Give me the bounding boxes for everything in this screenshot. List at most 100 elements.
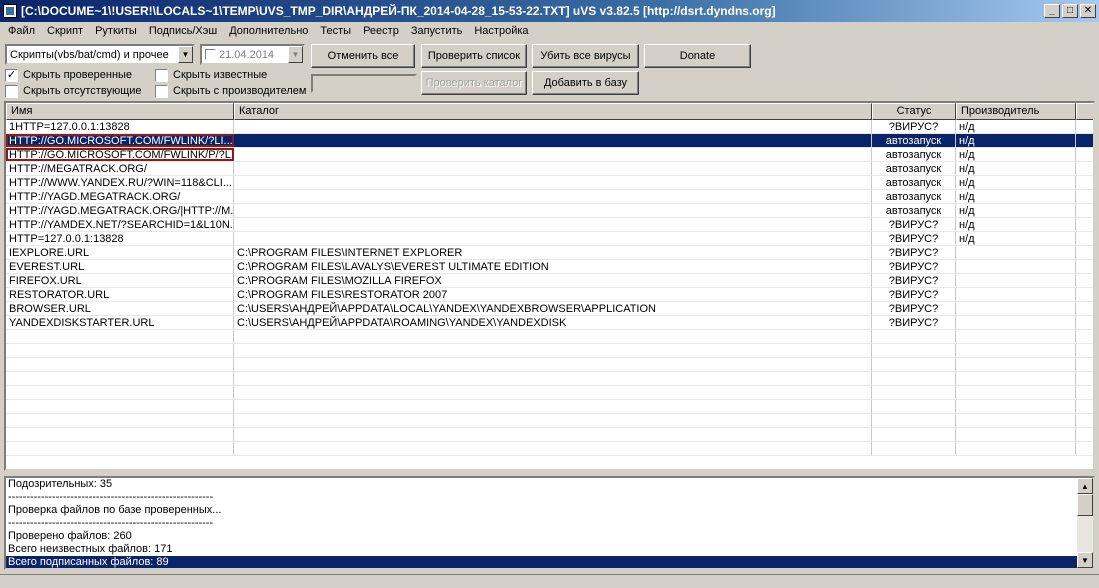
- cell-catalog: [234, 190, 872, 203]
- table-row[interactable]: HTTP://YAMDEX.NET/?SEARCHID=1&L10N... ?ВИ…: [6, 218, 1093, 232]
- column-name[interactable]: Имя: [6, 103, 234, 120]
- log-line[interactable]: Подозрительных: 35: [6, 478, 1077, 491]
- app-icon[interactable]: [3, 4, 17, 18]
- hide-checked-checkbox[interactable]: ✓ Скрыть проверенные: [5, 67, 132, 83]
- log-line[interactable]: ----------------------------------------…: [6, 517, 1077, 530]
- log-scrollbar[interactable]: ▲ ▼: [1077, 478, 1093, 568]
- menu-tests[interactable]: Тесты: [314, 22, 357, 41]
- cell-name: FIREFOX.URL: [6, 274, 234, 287]
- scroll-down-icon[interactable]: ▼: [1077, 552, 1093, 568]
- chevron-down-icon[interactable]: ▼: [288, 46, 303, 63]
- menu-rootkits[interactable]: Руткиты: [89, 22, 143, 41]
- empty-cell: [6, 428, 234, 441]
- scroll-thumb[interactable]: [1077, 494, 1093, 516]
- empty-row: [6, 414, 1093, 428]
- empty-cell: [872, 344, 956, 357]
- kill-all-viruses-button[interactable]: Убить все вирусы: [532, 44, 639, 68]
- table-row[interactable]: IEXPLORE.URL C:\PROGRAM FILES\INTERNET EX…: [6, 246, 1093, 260]
- log-line[interactable]: Проверка файлов по базе проверенных...: [6, 504, 1077, 517]
- hide-known-box[interactable]: [155, 68, 168, 82]
- cell-filler: [1076, 232, 1093, 245]
- cell-status: ?ВИРУС?: [872, 232, 956, 245]
- date-enable-checkbox[interactable]: [205, 49, 216, 60]
- empty-cell: [872, 386, 956, 399]
- check-list-button[interactable]: Проверить список: [421, 44, 527, 68]
- table-row[interactable]: HTTP://YAGD.MEGATRACK.ORG/автозапуск н/д: [6, 190, 1093, 204]
- hide-missing-checkbox[interactable]: Скрыть отсутствующие: [5, 83, 142, 99]
- log-line[interactable]: Всего подписанных файлов: 89: [6, 556, 1077, 568]
- table-row[interactable]: 1HTTP=127.0.0.1:13828 ?ВИРУС? н/д: [6, 120, 1093, 134]
- empty-cell: [872, 428, 956, 441]
- column-status[interactable]: Статус: [872, 103, 956, 120]
- cell-vendor: н/д: [956, 120, 1076, 133]
- hide-with-vendor-checkbox[interactable]: Скрыть с производителем: [155, 83, 306, 99]
- column-catalog[interactable]: Каталог: [234, 103, 872, 120]
- table-row[interactable]: HTTP://MEGATRACK.ORG/автозапуск н/д: [6, 162, 1093, 176]
- menu-registry[interactable]: Реестр: [357, 22, 405, 41]
- table-row[interactable]: EVEREST.URL C:\PROGRAM FILES\LAVALYS\EVER…: [6, 260, 1093, 274]
- table-row[interactable]: RESTORATOR.URL C:\PROGRAM FILES\RESTORATO…: [6, 288, 1093, 302]
- menu-settings[interactable]: Настройка: [468, 22, 534, 41]
- add-to-base-button[interactable]: Добавить в базу: [532, 71, 639, 95]
- table-row[interactable]: HTTP://YAGD.MEGATRACK.ORG/|HTTP://M... ав…: [6, 204, 1093, 218]
- cell-vendor: [956, 288, 1076, 301]
- empty-row: [6, 358, 1093, 372]
- cell-catalog: [234, 204, 872, 217]
- cell-vendor: н/д: [956, 148, 1076, 161]
- cancel-all-button[interactable]: Отменить все: [311, 44, 415, 68]
- empty-cell: [1076, 386, 1093, 399]
- cell-status: ?ВИРУС?: [872, 274, 956, 287]
- table-row[interactable]: HTTP://GO.MICROSOFT.COM/FWLINK/?LI... авт…: [6, 134, 1093, 148]
- minimize-button[interactable]: _: [1044, 4, 1060, 18]
- cell-catalog: [234, 176, 872, 189]
- menu-bar: Файл Скрипт Руткиты Подпись/Хэш Дополнит…: [0, 22, 1099, 41]
- menu-file[interactable]: Файл: [2, 22, 41, 41]
- log-lines: Подозрительных: 35 ----------------------…: [6, 478, 1077, 568]
- cell-catalog: [234, 232, 872, 245]
- table-row[interactable]: HTTP=127.0.0.1:13828 ?ВИРУС? н/д: [6, 232, 1093, 246]
- table-row[interactable]: FIREFOX.URL C:\PROGRAM FILES\MOZILLA FIRE…: [6, 274, 1093, 288]
- empty-cell: [6, 372, 234, 385]
- cell-catalog: [234, 162, 872, 175]
- menu-signature-hash[interactable]: Подпись/Хэш: [143, 22, 223, 41]
- empty-cell: [956, 330, 1076, 343]
- table-row[interactable]: HTTP://WWW.YANDEX.RU/?WIN=118&CLI... авто…: [6, 176, 1093, 190]
- menu-script[interactable]: Скрипт: [41, 22, 89, 41]
- filter-select[interactable]: Скрипты(vbs/bat/cmd) и прочее ▼: [5, 44, 195, 65]
- cell-filler: [1076, 218, 1093, 231]
- hide-missing-box[interactable]: [5, 84, 18, 98]
- column-vendor[interactable]: Производитель: [956, 103, 1076, 120]
- empty-cell: [6, 344, 234, 357]
- empty-cell: [956, 372, 1076, 385]
- empty-cell: [6, 442, 234, 455]
- scroll-up-icon[interactable]: ▲: [1077, 478, 1093, 494]
- donate-button[interactable]: Donate: [644, 44, 751, 68]
- table-row[interactable]: BROWSER.URL C:\USERS\АНДРЕЙ\APPDATA\LOCAL…: [6, 302, 1093, 316]
- log-line[interactable]: Проверено файлов: 260: [6, 530, 1077, 543]
- cell-filler: [1076, 204, 1093, 217]
- cell-status: ?ВИРУС?: [872, 260, 956, 273]
- chevron-down-icon[interactable]: ▼: [178, 46, 193, 63]
- table-row[interactable]: HTTP://GO.MICROSOFT.COM/FWLINK/P/?L... ав…: [6, 148, 1093, 162]
- empty-row: [6, 372, 1093, 386]
- hide-with-vendor-box[interactable]: [155, 84, 168, 98]
- cell-catalog: C:\PROGRAM FILES\RESTORATOR 2007: [234, 288, 872, 301]
- cell-name: 1HTTP=127.0.0.1:13828: [6, 120, 234, 133]
- hide-checked-box[interactable]: ✓: [5, 68, 18, 82]
- hide-known-checkbox[interactable]: Скрыть известные: [155, 67, 267, 83]
- files-table[interactable]: Имя Каталог Статус Производитель 1HTTP=1…: [4, 101, 1095, 471]
- date-select[interactable]: 21.04.2014 ▼: [200, 44, 305, 65]
- hide-checked-label: Скрыть проверенные: [23, 69, 133, 81]
- menu-additional[interactable]: Дополнительно: [223, 22, 314, 41]
- log-line[interactable]: ----------------------------------------…: [6, 491, 1077, 504]
- log-panel[interactable]: Подозрительных: 35 ----------------------…: [4, 476, 1095, 570]
- catalog-path-field: [311, 74, 417, 93]
- maximize-button[interactable]: □: [1062, 4, 1078, 18]
- close-button[interactable]: ✕: [1080, 4, 1096, 18]
- menu-run[interactable]: Запустить: [405, 22, 469, 41]
- cell-catalog: [234, 148, 872, 161]
- table-row[interactable]: YANDEXDISKSTARTER.URL C:\USERS\АНДРЕЙ\APP…: [6, 316, 1093, 330]
- cell-vendor: н/д: [956, 218, 1076, 231]
- cell-filler: [1076, 190, 1093, 203]
- log-line[interactable]: Всего неизвестных файлов: 171: [6, 543, 1077, 556]
